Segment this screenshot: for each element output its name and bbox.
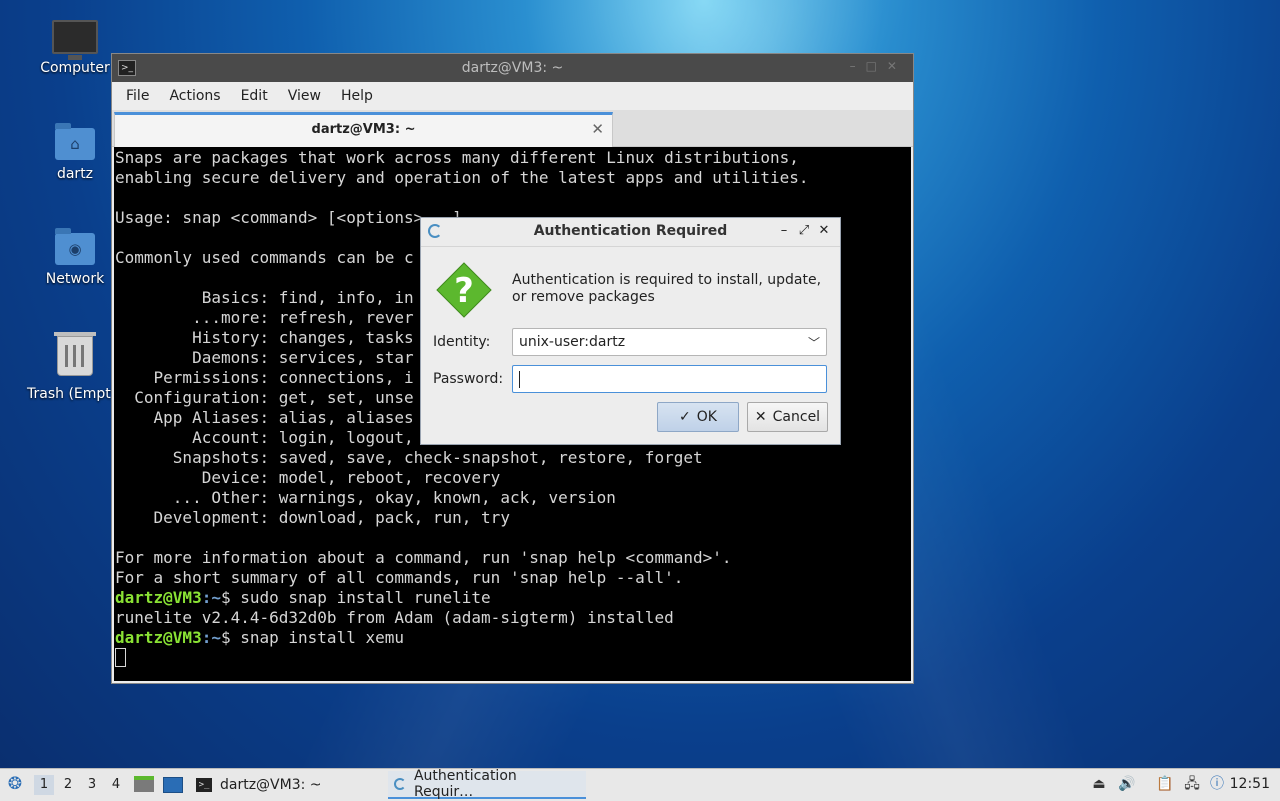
clock[interactable]: 12:51 xyxy=(1230,776,1270,792)
polkit-icon xyxy=(394,778,406,790)
menubar: File Actions Edit View Help xyxy=(112,82,913,110)
identity-select[interactable]: unix-user:dartz ﹀ xyxy=(512,328,827,356)
workspace-3[interactable]: 3 xyxy=(82,775,102,795)
window-title: dartz@VM3: ~ xyxy=(461,60,564,76)
desktop-icon-label: Computer xyxy=(40,60,110,76)
menu-edit[interactable]: Edit xyxy=(231,88,278,104)
dialog-message: Authentication is required to install, u… xyxy=(512,272,822,305)
terminal-line: ... Other: warnings, okay, known, ack, v… xyxy=(115,488,616,507)
trash-icon xyxy=(54,332,96,376)
taskbar: ❂ 1 2 3 4 >_ dartz@VM3: ~ Authentication… xyxy=(0,768,1280,801)
minimize-icon[interactable]: – xyxy=(774,223,794,238)
tab-terminal[interactable]: dartz@VM3: ~ ✕ xyxy=(114,112,613,147)
password-input[interactable] xyxy=(512,365,827,393)
desktop-icon-computer[interactable]: Computer xyxy=(27,20,123,76)
terminal-cursor xyxy=(115,648,126,667)
cancel-label: Cancel xyxy=(772,409,821,425)
close-icon[interactable]: ✕ xyxy=(591,120,604,138)
terminal-line: Snaps are packages that work across many… xyxy=(115,148,799,167)
menu-view[interactable]: View xyxy=(278,88,331,104)
task-label: dartz@VM3: ~ xyxy=(220,777,322,793)
window-controls[interactable]: –□✕ xyxy=(850,59,907,73)
home-folder-icon: ⌂ xyxy=(55,123,95,160)
tab-bar: dartz@VM3: ~ ✕ xyxy=(112,110,913,147)
svg-text:?: ? xyxy=(454,271,474,311)
terminal-icon: >_ xyxy=(196,778,212,792)
start-menu-icon[interactable]: ❂ xyxy=(6,775,24,793)
computer-icon xyxy=(52,20,98,60)
terminal-line: Development: download, pack, run, try xyxy=(115,508,510,527)
terminal-line: enabling secure delivery and operation o… xyxy=(115,168,809,187)
cancel-button[interactable]: ✕ Cancel xyxy=(747,402,828,432)
terminal-cursor-line xyxy=(115,648,911,668)
menu-actions[interactable]: Actions xyxy=(159,88,230,104)
terminal-line: dartz@VM3:~$ sudo snap install runelite xyxy=(115,588,491,607)
ok-label: OK xyxy=(696,409,717,425)
auth-dialog[interactable]: Authentication Required – ⤢ ✕ ? Authentica… xyxy=(420,217,841,445)
identity-label: Identity: xyxy=(433,334,491,350)
workspace-2[interactable]: 2 xyxy=(58,775,78,795)
dialog-window-controls: – ⤢ ✕ xyxy=(774,223,834,238)
desktop-icon-network[interactable]: ◉ Network xyxy=(27,228,123,287)
notification-icon[interactable]: ⓘ xyxy=(1208,775,1226,793)
show-desktop-icon[interactable] xyxy=(163,777,183,793)
terminal-line: For more information about a command, ru… xyxy=(115,548,732,567)
network-folder-icon: ◉ xyxy=(55,228,95,265)
check-icon: ✓ xyxy=(679,409,691,425)
terminal-line: dartz@VM3:~$ snap install xemu xyxy=(115,628,404,647)
terminal-line: runelite v2.4.4-6d32d0b from Adam (adam-… xyxy=(115,608,674,627)
file-manager-icon[interactable] xyxy=(134,776,154,792)
workspace-4[interactable]: 4 xyxy=(106,775,126,795)
task-authentication[interactable]: Authentication Requir… xyxy=(388,768,586,800)
desktop-icon-label: Network xyxy=(45,271,105,287)
dialog-titlebar[interactable]: Authentication Required – ⤢ ✕ xyxy=(421,218,840,247)
tab-label: dartz@VM3: ~ xyxy=(311,122,416,137)
clipboard-icon[interactable]: 📋 xyxy=(1156,775,1174,793)
volume-icon[interactable]: 🔊 xyxy=(1118,775,1136,793)
terminal-line: Snapshots: saved, save, check-snapshot, … xyxy=(115,448,703,467)
x-icon: ✕ xyxy=(754,409,767,425)
close-icon[interactable]: ✕ xyxy=(814,223,834,238)
workspace-1[interactable]: 1 xyxy=(34,775,54,795)
task-label: Authentication Requir… xyxy=(413,768,517,800)
menu-help[interactable]: Help xyxy=(331,88,383,104)
menu-file[interactable]: File xyxy=(116,88,159,104)
password-label: Password: xyxy=(433,371,504,387)
desktop-icon-home[interactable]: ⌂ dartz xyxy=(27,123,123,182)
terminal-titlebar[interactable]: >_ dartz@VM3: ~ –□✕ xyxy=(112,54,913,82)
network-icon[interactable]: 🖧 xyxy=(1183,775,1201,793)
desktop-icon-label: dartz xyxy=(56,166,94,182)
terminal-line: Device: model, reboot, recovery xyxy=(115,468,501,487)
text-caret xyxy=(519,371,520,388)
maximize-icon[interactable]: ⤢ xyxy=(794,223,814,238)
ok-button[interactable]: ✓ OK xyxy=(657,402,739,432)
eject-icon[interactable]: ⏏ xyxy=(1090,775,1108,793)
question-icon: ? xyxy=(436,262,492,318)
task-terminal[interactable]: >_ dartz@VM3: ~ xyxy=(190,771,380,799)
identity-value: unix-user:dartz xyxy=(519,334,626,350)
chevron-down-icon: ﹀ xyxy=(807,336,820,350)
terminal-line: For a short summary of all commands, run… xyxy=(115,568,684,587)
